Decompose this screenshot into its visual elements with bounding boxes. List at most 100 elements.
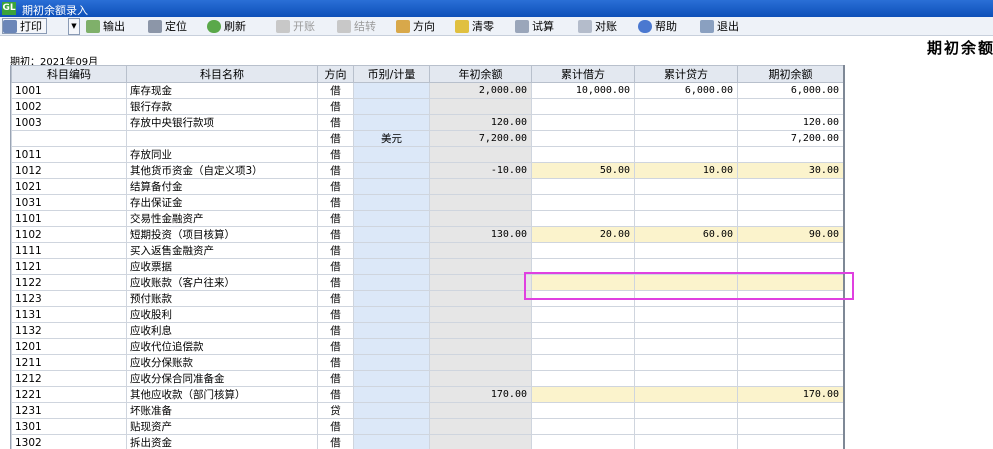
- locate-button[interactable]: 定位: [148, 18, 187, 34]
- beginning-balance-cell[interactable]: [737, 370, 843, 387]
- table-row[interactable]: 1212 应收分保合同准备金借: [11, 370, 843, 387]
- beginning-balance-cell[interactable]: [737, 146, 843, 163]
- debit-cell[interactable]: 10,000.00: [531, 82, 635, 99]
- name-cell[interactable]: 库存现金: [126, 82, 318, 99]
- table-row[interactable]: 1031 存出保证金借: [11, 194, 843, 211]
- name-cell[interactable]: 应收分保账款: [126, 354, 318, 371]
- name-cell[interactable]: 应收分保合同准备金: [126, 370, 318, 387]
- column-header[interactable]: 期初余额: [737, 65, 843, 83]
- debit-cell[interactable]: [531, 114, 635, 131]
- code-cell[interactable]: 1002: [11, 98, 127, 115]
- beginning-balance-cell[interactable]: 7,200.00: [737, 130, 843, 147]
- opening-balance-cell[interactable]: [429, 402, 532, 419]
- exit-button[interactable]: 退出: [700, 18, 739, 34]
- debit-cell[interactable]: [531, 130, 635, 147]
- code-cell[interactable]: 1121: [11, 258, 127, 275]
- code-cell[interactable]: 1111: [11, 242, 127, 259]
- direction-cell[interactable]: 借: [317, 114, 354, 131]
- currency-cell[interactable]: [353, 386, 430, 403]
- debit-cell[interactable]: [531, 306, 635, 323]
- debit-cell[interactable]: [531, 178, 635, 195]
- direction-cell[interactable]: 贷: [317, 402, 354, 419]
- name-cell[interactable]: 结算备付金: [126, 178, 318, 195]
- currency-cell[interactable]: [353, 434, 430, 449]
- open-account-button[interactable]: 开账: [276, 18, 315, 34]
- beginning-balance-cell[interactable]: 170.00: [737, 386, 843, 403]
- code-cell[interactable]: 1003: [11, 114, 127, 131]
- credit-cell[interactable]: [634, 338, 738, 355]
- direction-cell[interactable]: 借: [317, 242, 354, 259]
- opening-balance-cell[interactable]: [429, 178, 532, 195]
- currency-cell[interactable]: [353, 402, 430, 419]
- code-cell[interactable]: 1123: [11, 290, 127, 307]
- beginning-balance-cell[interactable]: 120.00: [737, 114, 843, 131]
- column-header[interactable]: 科目编码: [11, 65, 127, 83]
- opening-balance-cell[interactable]: [429, 258, 532, 275]
- direction-cell[interactable]: 借: [317, 162, 354, 179]
- opening-balance-cell[interactable]: 130.00: [429, 226, 532, 243]
- direction-cell[interactable]: 借: [317, 338, 354, 355]
- debit-cell[interactable]: [531, 242, 635, 259]
- name-cell[interactable]: 拆出资金: [126, 434, 318, 449]
- currency-cell[interactable]: [353, 82, 430, 99]
- column-header[interactable]: 累计借方: [531, 65, 635, 83]
- opening-balance-cell[interactable]: -10.00: [429, 162, 532, 179]
- table-row[interactable]: 1011 存放同业借: [11, 146, 843, 163]
- beginning-balance-cell[interactable]: 90.00: [737, 226, 843, 243]
- opening-balance-cell[interactable]: [429, 370, 532, 387]
- code-cell[interactable]: 1031: [11, 194, 127, 211]
- opening-balance-cell[interactable]: 170.00: [429, 386, 532, 403]
- column-header[interactable]: 币别/计量: [353, 65, 430, 83]
- column-header[interactable]: 年初余额: [429, 65, 532, 83]
- table-row[interactable]: 1132 应收利息借: [11, 322, 843, 339]
- credit-cell[interactable]: [634, 386, 738, 403]
- credit-cell[interactable]: [634, 354, 738, 371]
- credit-cell[interactable]: [634, 178, 738, 195]
- opening-balance-cell[interactable]: 120.00: [429, 114, 532, 131]
- name-cell[interactable]: 应收股利: [126, 306, 318, 323]
- opening-balance-cell[interactable]: [429, 242, 532, 259]
- currency-cell[interactable]: [353, 418, 430, 435]
- code-cell[interactable]: 1231: [11, 402, 127, 419]
- direction-button[interactable]: 方向: [396, 18, 435, 34]
- carry-over-button[interactable]: 结转: [337, 18, 376, 34]
- credit-cell[interactable]: 60.00: [634, 226, 738, 243]
- direction-cell[interactable]: 借: [317, 306, 354, 323]
- currency-cell[interactable]: [353, 354, 430, 371]
- opening-balance-cell[interactable]: [429, 146, 532, 163]
- credit-cell[interactable]: [634, 98, 738, 115]
- debit-cell[interactable]: [531, 370, 635, 387]
- code-cell[interactable]: 1102: [11, 226, 127, 243]
- name-cell[interactable]: 其他货币资金（自定义项3）: [126, 162, 318, 179]
- credit-cell[interactable]: [634, 322, 738, 339]
- opening-balance-cell[interactable]: [429, 338, 532, 355]
- currency-cell[interactable]: [353, 274, 430, 291]
- credit-cell[interactable]: [634, 370, 738, 387]
- beginning-balance-cell[interactable]: [737, 418, 843, 435]
- direction-cell[interactable]: 借: [317, 82, 354, 99]
- debit-cell[interactable]: [531, 322, 635, 339]
- export-button[interactable]: 输出: [86, 18, 125, 34]
- table-row[interactable]: 1002 银行存款借: [11, 98, 843, 115]
- credit-cell[interactable]: [634, 130, 738, 147]
- currency-cell[interactable]: [353, 322, 430, 339]
- code-cell[interactable]: 1101: [11, 210, 127, 227]
- name-cell[interactable]: 应收利息: [126, 322, 318, 339]
- name-cell[interactable]: 应收账款（客户往来）: [126, 274, 318, 291]
- table-row[interactable]: 1101 交易性金融资产借: [11, 210, 843, 227]
- credit-cell[interactable]: [634, 194, 738, 211]
- table-row[interactable]: 1001 库存现金借 2,000.00 10,000.00 6,000.00 6,000.…: [11, 82, 843, 99]
- currency-cell[interactable]: [353, 290, 430, 307]
- code-cell[interactable]: 1021: [11, 178, 127, 195]
- currency-cell[interactable]: [353, 226, 430, 243]
- opening-balance-cell[interactable]: [429, 98, 532, 115]
- debit-cell[interactable]: 20.00: [531, 226, 635, 243]
- help-button[interactable]: 帮助: [638, 18, 677, 34]
- table-row[interactable]: 1201 应收代位追偿款借: [11, 338, 843, 355]
- table-row[interactable]: 1301 贴现资产借: [11, 418, 843, 435]
- credit-cell[interactable]: [634, 242, 738, 259]
- beginning-balance-cell[interactable]: [737, 306, 843, 323]
- direction-cell[interactable]: 借: [317, 434, 354, 449]
- currency-cell[interactable]: [353, 370, 430, 387]
- opening-balance-cell[interactable]: [429, 290, 532, 307]
